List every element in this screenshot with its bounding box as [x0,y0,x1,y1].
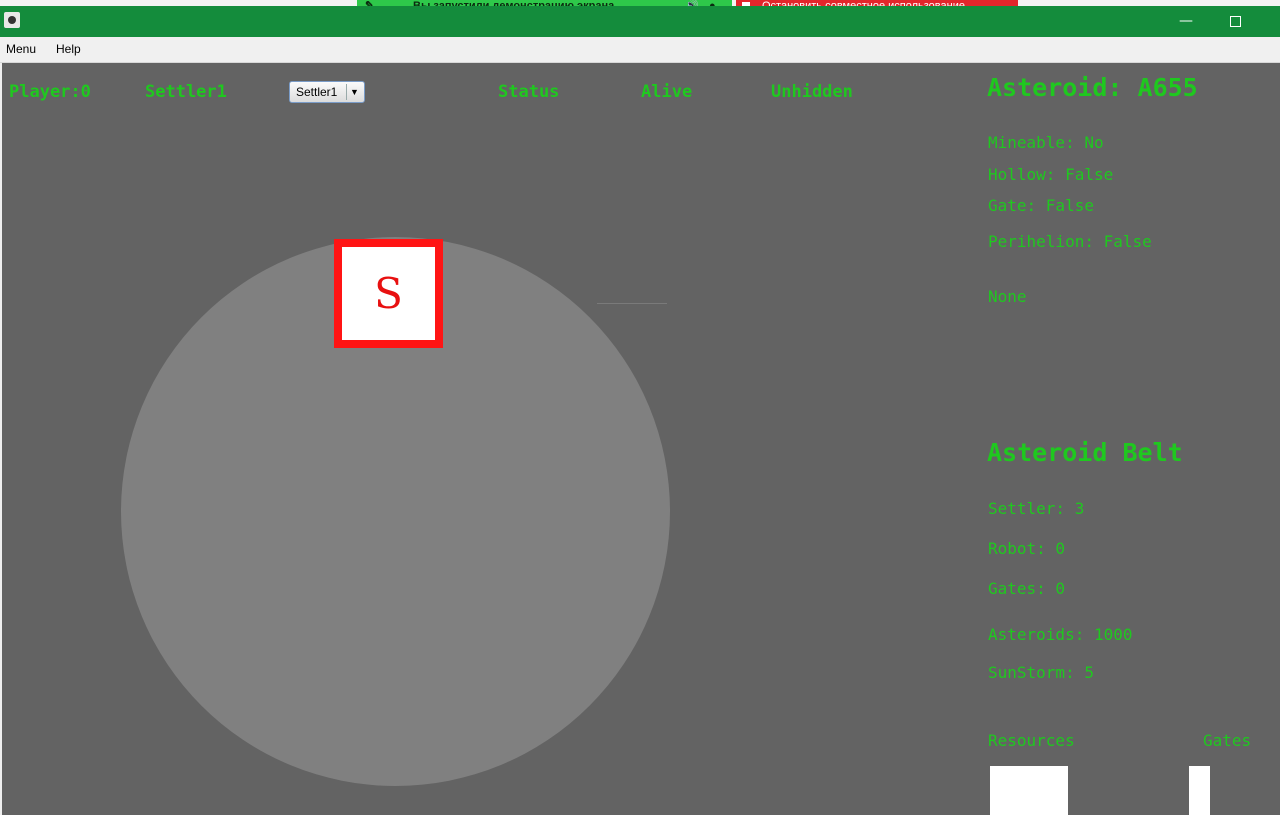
asteroid-title: Asteroid: A655 [987,73,1198,102]
menu-help[interactable]: Help [56,42,81,56]
robot-count: Robot: 0 [988,539,1066,558]
menu-menu[interactable]: Menu [6,42,36,56]
settler-select[interactable]: Settler1 ▼ [289,81,365,103]
sunstorm-count: SunStorm: 5 [988,663,1094,682]
app-icon [4,12,20,28]
title-bar: — [0,6,1280,37]
settler-marker-label: S [342,247,435,340]
maximize-icon [1229,15,1241,27]
minimize-button[interactable]: — [1163,6,1209,37]
divider [597,303,667,304]
resources-bar [990,766,1068,815]
perihelion-info: Perihelion: False [988,232,1152,251]
resource-info: None [988,287,1027,306]
mineable-info: Mineable: No [988,133,1104,152]
hollow-info: Hollow: False [988,165,1114,184]
gates-bar [1189,766,1210,815]
resources-label: Resources [988,731,1075,750]
belt-title: Asteroid Belt [987,438,1183,467]
menu-bar: Menu Help [0,37,1280,63]
gates-label: Gates [1203,731,1252,750]
status-label: Status [498,82,560,102]
asteroids-count: Asteroids: 1000 [988,625,1133,644]
gate-info: Gate: False [988,196,1094,215]
status-value: Alive [641,82,693,102]
player-label: Player:0 [9,82,91,102]
chevron-down-icon: ▼ [346,84,362,100]
maximize-button[interactable] [1212,6,1258,37]
settler-select-value: Settler1 [296,85,338,99]
settler-marker[interactable]: S [334,239,443,348]
visibility-status: Unhidden [771,82,853,102]
gates-count: Gates: 0 [988,579,1066,598]
settler-count: Settler: 3 [988,499,1085,518]
settler-name: Settler1 [145,82,227,102]
